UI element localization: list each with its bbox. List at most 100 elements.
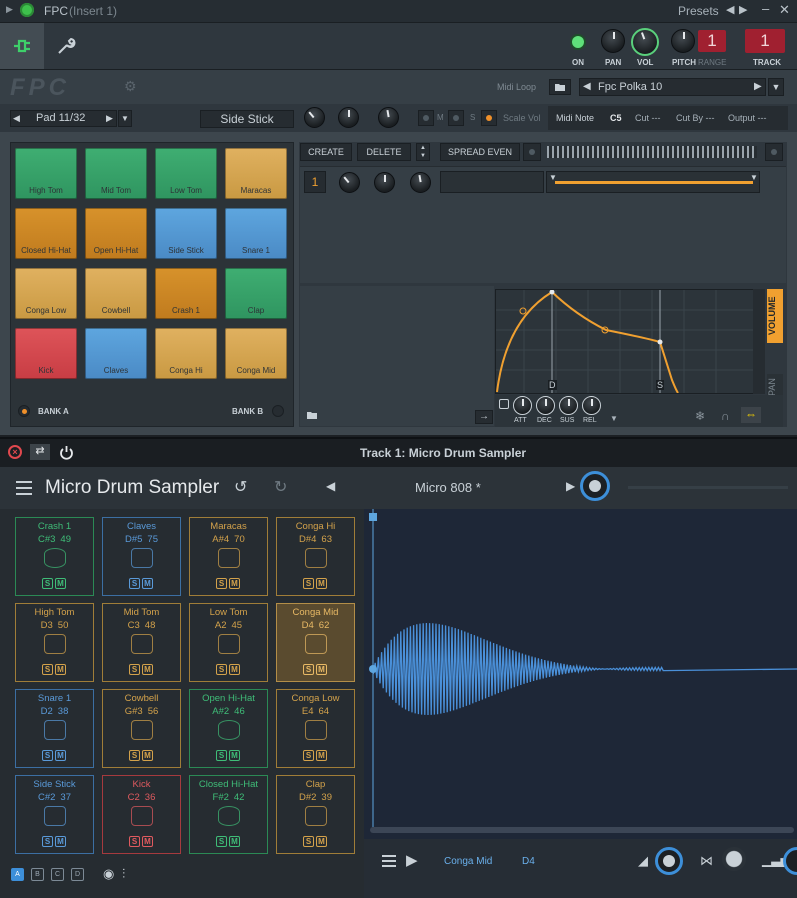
fpc-pad[interactable]: Low Tom (155, 148, 217, 199)
drum-pad-cell[interactable]: Snare 1 D2 38 S M (15, 689, 94, 768)
solo-button[interactable]: S (129, 750, 140, 761)
bank-b-led[interactable] (272, 405, 284, 417)
volume-tab[interactable]: VOLUME (767, 289, 783, 343)
on-led[interactable] (572, 36, 584, 48)
pad-prev-icon[interactable]: ◀ (13, 113, 20, 124)
bank-c-button[interactable]: C (51, 868, 64, 881)
mute-led-button[interactable] (418, 110, 434, 126)
mute-button[interactable]: M (316, 578, 327, 589)
output-field[interactable]: Output --- (728, 113, 767, 123)
layer-sample-field[interactable] (440, 171, 544, 193)
magnet-icon[interactable]: ∩ (721, 409, 730, 423)
drum-pad-cell[interactable]: Side Stick C#2 37 S M (15, 775, 94, 854)
solo-button[interactable]: S (42, 664, 53, 675)
envelope-menu-icon[interactable]: ▼ (610, 414, 618, 423)
waveform-center-handle[interactable] (369, 665, 377, 673)
close-icon[interactable]: × (8, 445, 22, 459)
envelope-dec-knob[interactable] (536, 396, 555, 415)
preset-next-icon[interactable]: ▶ (739, 3, 747, 16)
pad-name-field[interactable]: Side Stick (200, 110, 294, 128)
fpc-pad[interactable]: Maracas (225, 148, 287, 199)
envelope-enable-checkbox[interactable] (499, 399, 509, 409)
bank-a-button[interactable]: A (11, 868, 24, 881)
drum-pad-cell[interactable]: Maracas A#4 70 S M (189, 517, 268, 596)
solo-button[interactable]: S (42, 836, 53, 847)
mute-button[interactable]: M (55, 836, 66, 847)
kit-selector[interactable]: ◀ Fpc Polka 10 ▶ (579, 78, 766, 96)
drum-pad-cell[interactable]: High Tom D3 50 S M (15, 603, 94, 682)
fpc-pad[interactable]: Kick (15, 328, 77, 379)
drum-pad-cell[interactable]: Low Tom A2 45 S M (189, 603, 268, 682)
minimize-icon[interactable]: – (762, 1, 769, 16)
arrow-right-icon[interactable]: → (475, 410, 493, 424)
power-icon[interactable] (59, 445, 74, 460)
plugin-tab[interactable] (0, 23, 44, 69)
pad-pan-knob[interactable] (338, 107, 359, 128)
folder-icon[interactable] (306, 410, 318, 420)
folder-icon[interactable] (549, 79, 571, 95)
pad-vol-knob[interactable] (378, 107, 399, 128)
envelope-scrollbar[interactable] (753, 289, 765, 394)
solo-button[interactable]: S (303, 664, 314, 675)
solo-button[interactable]: S (129, 836, 140, 847)
fpc-pad[interactable]: Claves (85, 328, 147, 379)
mute-button[interactable]: M (316, 664, 327, 675)
fpc-pad[interactable]: Clap (225, 268, 287, 319)
envelope-rel-knob[interactable] (582, 396, 601, 415)
kit-menu-icon[interactable]: ▼ (768, 78, 784, 96)
fpc-pad[interactable]: Conga Mid (225, 328, 287, 379)
pad-menu-icon[interactable]: ▼ (118, 110, 132, 127)
drum-pad-cell[interactable]: Closed Hi-Hat F#2 42 S M (189, 775, 268, 854)
scale-vol-led-button[interactable] (481, 110, 497, 126)
bank-d-button[interactable]: D (71, 868, 84, 881)
sustain-marker[interactable]: S (656, 380, 665, 390)
pan-knob[interactable] (601, 29, 625, 53)
presets-button[interactable]: Presets (678, 4, 719, 18)
decay-marker[interactable]: D (548, 380, 557, 390)
mute-button[interactable]: M (142, 578, 153, 589)
fpc-pad[interactable]: Mid Tom (85, 148, 147, 199)
mute-button[interactable]: M (229, 664, 240, 675)
pad-pitch-knob[interactable] (783, 847, 797, 875)
pad-selector[interactable]: ◀ Pad 11/32 ▶ (10, 110, 117, 127)
fpc-pad[interactable]: Crash 1 (155, 268, 217, 319)
wrench-icon[interactable] (56, 36, 76, 56)
drum-pad-cell[interactable]: Kick C2 36 S M (102, 775, 181, 854)
sample-start-handle[interactable] (369, 513, 377, 521)
drum-pad-cell[interactable]: Conga Hi D#4 63 S M (276, 517, 355, 596)
solo-button[interactable]: S (129, 578, 140, 589)
solo-button[interactable]: S (216, 664, 227, 675)
mute-button[interactable]: M (142, 836, 153, 847)
spread-led-button[interactable] (523, 143, 541, 161)
master-volume-knob[interactable] (580, 471, 610, 501)
layer-pan-knob[interactable] (374, 172, 395, 193)
play-icon[interactable]: ▶ (406, 851, 418, 869)
pad-volume-knob[interactable] (655, 847, 683, 875)
mute-button[interactable]: M (55, 578, 66, 589)
window-menu-arrow-icon[interactable]: ▶ (6, 4, 13, 15)
drum-pad-cell[interactable]: Conga Low E4 64 S M (276, 689, 355, 768)
pitch-knob[interactable] (671, 29, 695, 53)
fpc-pad[interactable]: Conga Hi (155, 328, 217, 379)
kit-next-icon[interactable]: ▶ (754, 81, 762, 92)
drum-pad-cell[interactable]: Claves D#5 75 S M (102, 517, 181, 596)
solo-button[interactable]: S (303, 750, 314, 761)
solo-button[interactable]: S (303, 578, 314, 589)
preset-next-icon[interactable]: ▶ (566, 479, 575, 493)
mute-button[interactable]: M (229, 578, 240, 589)
envelope-sus-knob[interactable] (559, 396, 578, 415)
solo-button[interactable]: S (216, 578, 227, 589)
drum-pad-cell[interactable]: Crash 1 C#3 49 S M (15, 517, 94, 596)
envelope-att-knob[interactable] (513, 396, 532, 415)
solo-button[interactable]: S (303, 836, 314, 847)
drum-pad-cell[interactable]: Mid Tom C3 48 S M (102, 603, 181, 682)
layer-velocity-range[interactable]: ▼ ▼ (546, 171, 760, 193)
fpc-pad[interactable]: Closed Hi-Hat (15, 208, 77, 259)
kit-prev-icon[interactable]: ◀ (583, 81, 591, 92)
envelope-graph[interactable]: D S (495, 289, 755, 394)
swap-arrows-icon[interactable]: ⇔ (741, 407, 761, 423)
drum-pad-cell[interactable]: Conga Mid D4 62 S M (276, 603, 355, 682)
solo-button[interactable]: S (129, 664, 140, 675)
preset-prev-icon[interactable]: ◀ (726, 3, 734, 16)
gear-icon[interactable]: ⚙ (124, 78, 137, 95)
